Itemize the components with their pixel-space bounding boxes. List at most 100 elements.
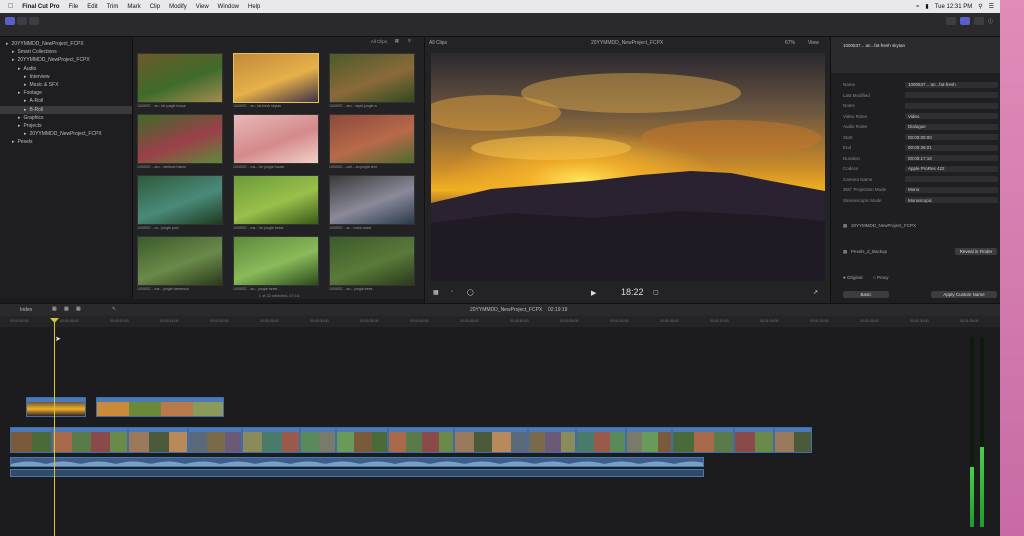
library-item[interactable]: ▸ 20YYMMDD_NewProject_FCPX bbox=[0, 56, 90, 64]
audio-clip[interactable] bbox=[10, 457, 704, 467]
inspector-row-value[interactable]: Mono bbox=[905, 186, 998, 193]
connected-clip[interactable] bbox=[96, 397, 224, 417]
library-item[interactable]: ▸ 20YYMMDD_NewProject_FCPX bbox=[0, 40, 84, 48]
library-item[interactable]: ▸ Graphics bbox=[0, 114, 44, 122]
inspector-row-value[interactable] bbox=[905, 176, 998, 182]
library-item[interactable]: ▸ Music & SFX bbox=[0, 81, 58, 89]
info-icon[interactable]: ⓘ bbox=[988, 18, 993, 25]
disclosure-icon[interactable]: ▸ bbox=[0, 131, 27, 137]
expand-icon[interactable]: ↗ bbox=[813, 289, 818, 296]
filmstrip-icon[interactable]: ▦ bbox=[395, 38, 399, 44]
clip-thumbnail[interactable] bbox=[329, 114, 415, 164]
audio-clip[interactable] bbox=[10, 469, 704, 477]
storyline-clip[interactable] bbox=[188, 427, 242, 453]
menu-item-modify[interactable]: Modify bbox=[169, 4, 187, 10]
library-item[interactable]: ▸ Projects bbox=[0, 122, 42, 130]
disclosure-icon[interactable]: ▸ bbox=[0, 74, 27, 80]
view-dropdown[interactable]: View bbox=[808, 40, 819, 46]
timeline-ruler[interactable]: 00:00:00:00 00:00:05:00 00:00:10:00 00:00:1… bbox=[0, 316, 1002, 327]
disclosure-icon[interactable]: ▸ bbox=[0, 41, 9, 47]
battery-icon[interactable]: ▮ bbox=[925, 3, 928, 10]
clip-thumbnail[interactable] bbox=[137, 236, 223, 286]
select-tool-icon[interactable]: ↖ bbox=[112, 306, 116, 312]
disclosure-icon[interactable]: ▸ bbox=[0, 98, 27, 104]
clip-thumbnail[interactable] bbox=[329, 53, 415, 103]
clip-appearance-icon[interactable]: ▦ bbox=[64, 306, 69, 312]
clip-thumbnail[interactable] bbox=[233, 53, 319, 103]
menu-item-trim[interactable]: Trim bbox=[107, 4, 119, 10]
search-icon[interactable]: ⚲ bbox=[408, 38, 411, 44]
menu-item-help[interactable]: Help bbox=[248, 4, 260, 10]
viewer-options-icon[interactable]: ▦ bbox=[433, 289, 439, 296]
transform-icon[interactable]: ◦ bbox=[451, 289, 453, 295]
storyline-clip[interactable] bbox=[576, 427, 626, 453]
storyline-clip[interactable] bbox=[626, 427, 672, 453]
storyline-clip[interactable] bbox=[10, 427, 52, 453]
apple-icon[interactable]:  bbox=[8, 3, 13, 10]
clip-thumbnail[interactable] bbox=[233, 236, 319, 286]
clip-thumbnail[interactable] bbox=[329, 236, 415, 286]
video-frame[interactable] bbox=[431, 53, 825, 281]
storyline-clip[interactable] bbox=[242, 427, 300, 453]
inspector-row-value[interactable]: Monoscopic bbox=[905, 197, 998, 203]
storyline-clip[interactable] bbox=[128, 427, 188, 453]
connected-clip[interactable] bbox=[26, 397, 86, 417]
fullscreen-icon[interactable]: ▢ bbox=[653, 289, 659, 296]
clip-thumbnail[interactable] bbox=[329, 175, 415, 225]
library-item[interactable]: ▸ 20YYMMDD_NewProject_FCPX bbox=[0, 130, 102, 138]
storyline-clip[interactable] bbox=[672, 427, 734, 453]
inspector-row-value[interactable] bbox=[905, 102, 998, 109]
clip-thumbnail[interactable] bbox=[233, 114, 319, 164]
disclosure-icon[interactable]: ▸ bbox=[0, 82, 27, 88]
storyline-clip[interactable] bbox=[774, 427, 812, 453]
library-item[interactable]: ▸ B-Roll bbox=[0, 105, 132, 114]
menu-clock[interactable]: Tue 12:31 PM bbox=[935, 4, 972, 10]
menu-item-edit[interactable]: Edit bbox=[87, 4, 97, 10]
library-item[interactable]: ▸ A-Roll bbox=[0, 97, 43, 105]
disclosure-icon[interactable]: ▸ bbox=[0, 123, 21, 129]
disclosure-icon[interactable]: ▸ bbox=[0, 57, 15, 63]
storyline-clip[interactable] bbox=[388, 427, 454, 453]
disclosure-icon[interactable]: ▸ bbox=[0, 139, 15, 145]
inspector-row-value[interactable]: 00:00:00:00 bbox=[905, 134, 998, 140]
disclosure-icon[interactable]: ▸ bbox=[0, 115, 21, 121]
titles-button[interactable] bbox=[29, 17, 39, 25]
list-icon[interactable]: ☰ bbox=[989, 3, 994, 10]
disclosure-icon[interactable]: ▸ bbox=[0, 90, 21, 96]
library-item[interactable]: ▸ Audio bbox=[0, 65, 36, 73]
media-original-radio[interactable]: ● Original bbox=[843, 275, 862, 280]
library-item[interactable]: ▸ Footage bbox=[0, 89, 42, 97]
inspector-row-value[interactable]: Video bbox=[905, 113, 998, 119]
clip-thumbnail[interactable] bbox=[137, 114, 223, 164]
layout-button[interactable] bbox=[946, 17, 956, 25]
snapping-icon[interactable]: ▦ bbox=[52, 306, 57, 312]
inspector-row-value[interactable]: 1000537... an...fat-fresh bbox=[905, 81, 998, 88]
timeline-options-icon[interactable]: ▦ bbox=[76, 306, 81, 312]
library-item[interactable]: ▸ Pexels bbox=[0, 138, 33, 146]
storyline-clip[interactable] bbox=[528, 427, 576, 453]
storyline-clip[interactable] bbox=[300, 427, 336, 453]
inspector-row-value[interactable]: Dialogue bbox=[905, 123, 998, 130]
inspector-row-value[interactable]: 00:00:17:18 bbox=[905, 155, 998, 161]
index-button[interactable]: Index bbox=[20, 307, 32, 313]
library-item[interactable]: ▸ Interview bbox=[0, 73, 50, 81]
wifi-icon[interactable]: ≈ bbox=[916, 4, 919, 10]
inspector-toggle-button[interactable] bbox=[960, 17, 970, 25]
disclosure-icon[interactable]: ▸ bbox=[0, 66, 21, 72]
share-button[interactable] bbox=[974, 17, 984, 25]
zoom-dropdown[interactable]: 67% bbox=[785, 40, 795, 46]
libraries-button[interactable] bbox=[5, 17, 15, 25]
photos-button[interactable] bbox=[17, 17, 27, 25]
playhead[interactable] bbox=[54, 322, 55, 536]
storyline-clip[interactable] bbox=[454, 427, 528, 453]
library-item[interactable]: ▸ Smart Collections bbox=[0, 48, 57, 56]
media-proxy-radio[interactable]: ○ Proxy bbox=[873, 275, 888, 280]
search-icon[interactable]: ⚲ bbox=[978, 3, 982, 10]
disclosure-icon[interactable]: ▸ bbox=[0, 107, 27, 113]
storyline-clip[interactable] bbox=[734, 427, 774, 453]
clip-thumbnail[interactable] bbox=[233, 175, 319, 225]
storyline-clip[interactable] bbox=[52, 427, 128, 453]
clip-thumbnail[interactable] bbox=[137, 53, 223, 103]
inspector-row-value[interactable] bbox=[905, 92, 998, 98]
menu-item-file[interactable]: File bbox=[69, 4, 79, 10]
